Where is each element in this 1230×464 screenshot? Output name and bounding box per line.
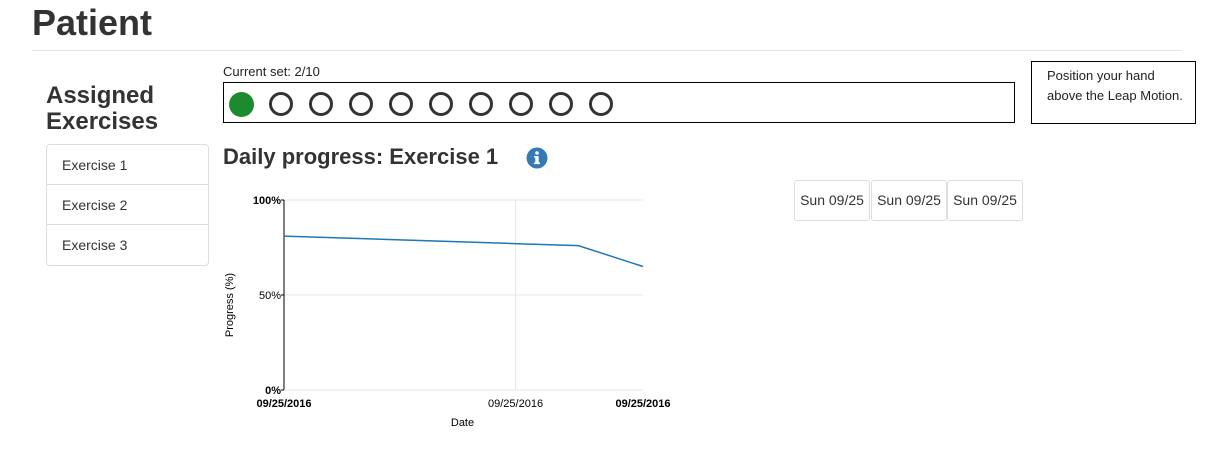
instruction-box: Position your hand above the Leap Motion… bbox=[1031, 61, 1196, 124]
set-dot-complete bbox=[229, 92, 254, 117]
x-tick-label: 09/25/2016 bbox=[488, 398, 543, 410]
y-tick-label: 100% bbox=[253, 195, 281, 207]
set-dot-pending bbox=[509, 92, 533, 116]
set-dot-pending bbox=[389, 92, 413, 116]
set-dot-pending bbox=[309, 92, 333, 116]
progress-chart: 0% 50% 100% 09/25/2016 09/25/2016 09/25/2016 D… bbox=[224, 195, 671, 429]
y-axis-label: Progress (%) bbox=[224, 273, 236, 337]
exercise-list: Exercise 1 Exercise 2 Exercise 3 bbox=[46, 144, 209, 266]
title-divider bbox=[32, 50, 1182, 51]
sidebar-item-exercise-3[interactable]: Exercise 3 bbox=[47, 225, 208, 265]
set-dot-pending bbox=[469, 92, 493, 116]
x-tick-label: 09/25/2016 bbox=[256, 398, 311, 410]
set-dot-pending bbox=[429, 92, 453, 116]
info-circle-icon[interactable] bbox=[526, 147, 548, 169]
current-set-label: Current set: 2/10 bbox=[223, 64, 320, 79]
x-axis-label: Date bbox=[451, 417, 474, 429]
set-dot-pending bbox=[269, 92, 293, 116]
sidebar-item-exercise-1[interactable]: Exercise 1 bbox=[47, 145, 208, 185]
date-button-3[interactable]: Sun 09/25 bbox=[947, 180, 1023, 221]
set-progress-tracker bbox=[223, 82, 1015, 123]
set-dot-pending bbox=[589, 92, 613, 116]
sidebar-title: Assigned Exercises bbox=[46, 82, 159, 135]
date-button-1[interactable]: Sun 09/25 bbox=[794, 180, 870, 221]
y-tick-label: 0% bbox=[265, 385, 281, 397]
series-line-1 bbox=[283, 235, 644, 268]
x-tick-label: 09/25/2016 bbox=[615, 398, 670, 410]
y-tick-label: 50% bbox=[259, 290, 281, 302]
progress-title: Daily progress: Exercise 1 bbox=[223, 144, 499, 169]
set-dot-pending bbox=[349, 92, 373, 116]
instruction-text: Position your hand above the Leap Motion… bbox=[1047, 68, 1183, 103]
set-dot-pending bbox=[549, 92, 573, 116]
page-title: Patient bbox=[32, 2, 153, 43]
date-button-2[interactable]: Sun 09/25 bbox=[871, 180, 947, 221]
sidebar-item-exercise-2[interactable]: Exercise 2 bbox=[47, 185, 208, 225]
